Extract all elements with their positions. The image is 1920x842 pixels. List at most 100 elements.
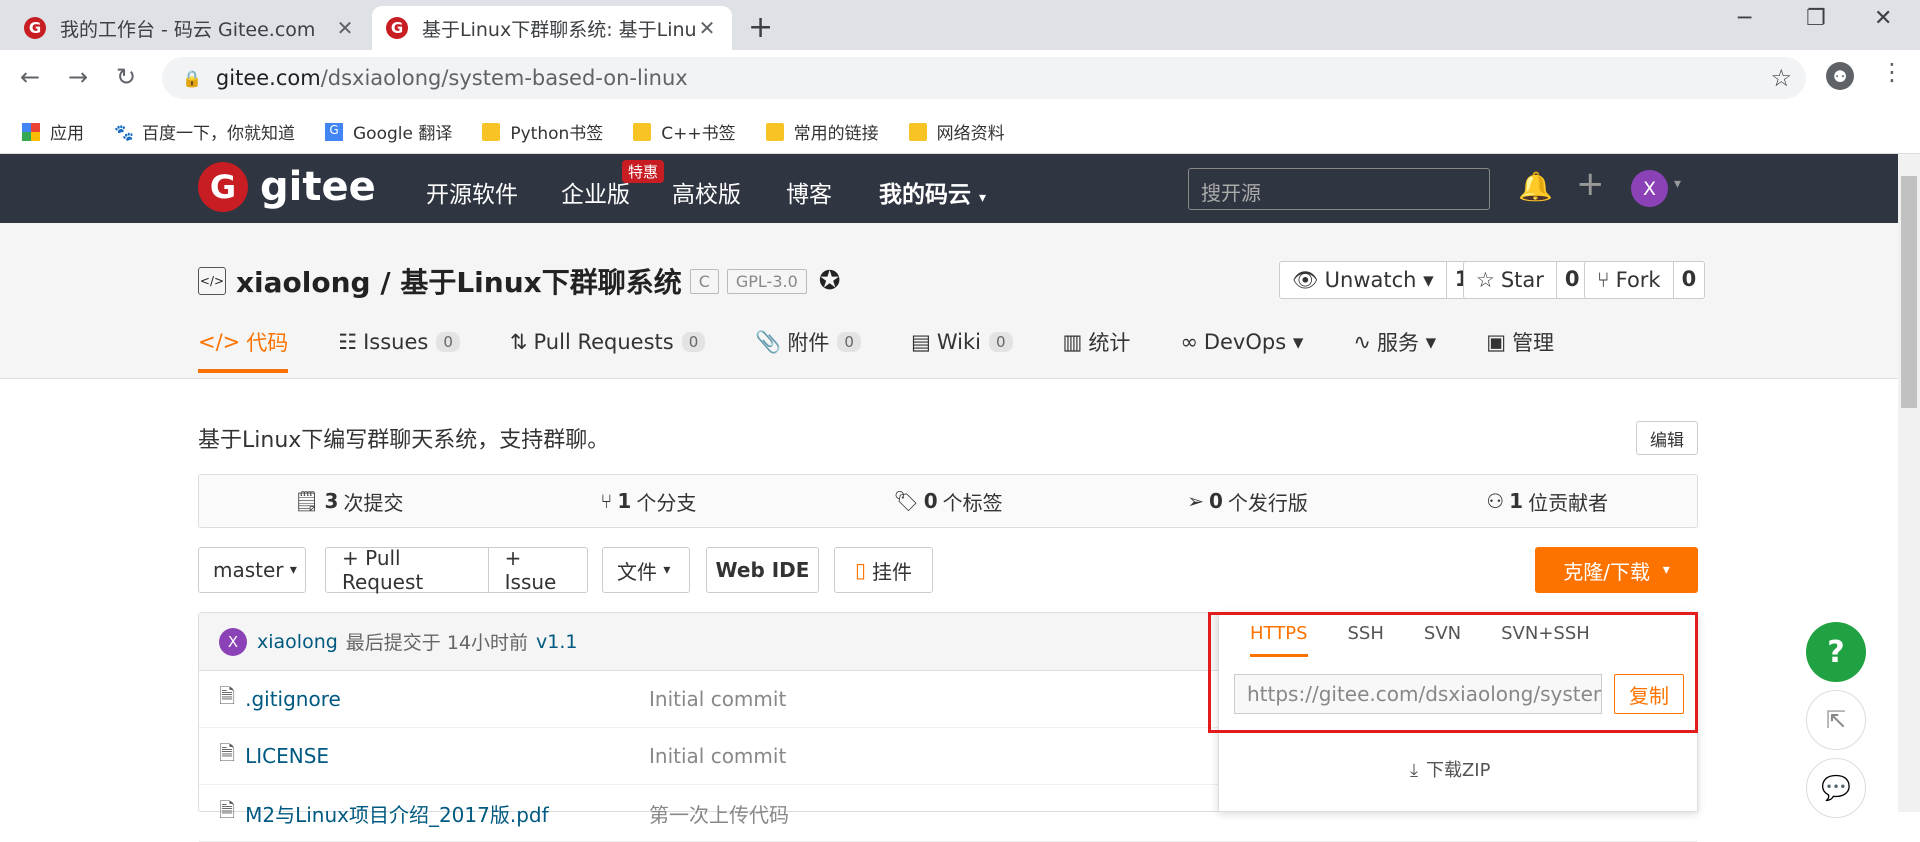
star-button-group[interactable]: ☆ Star 0: [1463, 261, 1589, 299]
forward-icon[interactable]: →: [68, 63, 88, 91]
stat-number: 1: [1509, 489, 1524, 513]
stat-label: 个标签: [942, 490, 1003, 515]
clone-download-button[interactable]: 克隆/下载 ▾: [1535, 547, 1698, 593]
project-title-text[interactable]: xiaolong / 基于Linux下群聊系统: [236, 261, 682, 301]
tab-services[interactable]: ∿ 服务 ▾: [1353, 327, 1436, 369]
branch-select[interactable]: master ▾: [198, 547, 306, 593]
minimize-icon[interactable]: ─: [1738, 6, 1751, 31]
file-name[interactable]: M2与Linux项目介绍_2017版.pdf: [245, 799, 549, 828]
account-icon[interactable]: ⚉: [1826, 62, 1854, 90]
clone-url-field[interactable]: https://gitee.com/dsxiaolong/system-base…: [1234, 674, 1602, 714]
nav-enterprise[interactable]: 企业版: [561, 175, 630, 209]
bell-icon[interactable]: 🔔: [1518, 170, 1553, 203]
close-tab-icon[interactable]: ✕: [696, 16, 718, 40]
unwatch-button[interactable]: 👁 Unwatch ▾: [1280, 262, 1446, 298]
file-name[interactable]: LICENSE: [245, 744, 329, 768]
nav-education[interactable]: 高校版: [672, 175, 741, 209]
tab-ssh[interactable]: SSH: [1348, 623, 1384, 657]
commit-author[interactable]: xiaolong: [257, 631, 338, 653]
close-tab-icon[interactable]: ✕: [334, 16, 356, 40]
recommend-badge-icon[interactable]: ✪: [819, 266, 841, 296]
bookmark-baidu[interactable]: 🐾 百度一下，你就知道: [114, 119, 295, 145]
browser-tab-workbench[interactable]: G 我的工作台 - 码云 Gitee.com ✕: [10, 6, 370, 50]
watch-button-group[interactable]: 👁Unwatch ▾ 1: [1279, 261, 1479, 299]
language-label[interactable]: C: [689, 268, 719, 294]
bookmarks-bar: 应用 🐾 百度一下，你就知道 G Google 翻译 Python书签 C++书签 …: [0, 110, 1920, 154]
tab-label: 代码: [246, 331, 289, 355]
nav-my-gitee[interactable]: 我的码云 ▾: [879, 175, 986, 209]
project-tabs: </> 代码 ☷ Issues 0 ⇅ Pull Requests 0 📎 附件 0 ▤ Wik…: [198, 327, 1604, 373]
fork-button[interactable]: ⑂ Fork: [1585, 262, 1673, 298]
share-button[interactable]: ⇱: [1806, 690, 1866, 750]
files-dropdown[interactable]: 文件 ▾: [602, 547, 690, 593]
stat-branches[interactable]: ⑂ 1 个分支: [499, 475, 799, 527]
copy-button[interactable]: 复制: [1614, 674, 1684, 714]
bookmark-star-icon[interactable]: ☆: [1770, 64, 1792, 92]
commit-message[interactable]: 第一次上传代码: [649, 799, 789, 828]
back-icon[interactable]: ←: [20, 63, 40, 91]
bookmark-google-translate[interactable]: G Google 翻译: [325, 119, 452, 144]
tab-code[interactable]: </> 代码: [198, 327, 289, 373]
avatar[interactable]: X: [219, 627, 247, 656]
commit-message[interactable]: Initial commit: [649, 687, 786, 711]
eye-icon: 👁: [1292, 267, 1319, 292]
tab-https[interactable]: HTTPS: [1250, 623, 1308, 657]
stat-contributors[interactable]: ⚇ 1 位贡献者: [1397, 475, 1697, 527]
tab-stats[interactable]: ▥ 统计: [1063, 327, 1131, 369]
tab-manage[interactable]: ▣ 管理: [1486, 327, 1554, 369]
license-label[interactable]: GPL-3.0: [726, 268, 807, 294]
tab-svn[interactable]: SVN: [1424, 623, 1461, 657]
user-avatar[interactable]: X: [1631, 170, 1668, 207]
page-scrollbar[interactable]: [1898, 154, 1920, 812]
stat-tags[interactable]: 🏷 0 个标签: [798, 475, 1098, 527]
tab-label: Wiki: [936, 330, 981, 354]
stat-commits[interactable]: 🗒 3 次提交: [199, 475, 499, 527]
address-bar[interactable]: 🔒 gitee.com/dsxiaolong/system-based-on-l…: [162, 57, 1806, 99]
edit-description-button[interactable]: 编辑: [1636, 421, 1698, 455]
bookmark-apps[interactable]: 应用: [22, 119, 84, 144]
download-zip-link[interactable]: ⤓ 下载ZIP: [1410, 756, 1490, 782]
bookmark-network[interactable]: 网络资料: [908, 119, 1005, 144]
tab-devops[interactable]: ∞ DevOps ▾: [1180, 327, 1303, 369]
star-count[interactable]: 0: [1555, 262, 1588, 298]
tab-attachments[interactable]: 📎 附件 0: [755, 327, 861, 369]
tab-pull-requests[interactable]: ⇅ Pull Requests 0: [510, 327, 706, 369]
bookmark-python[interactable]: Python书签: [482, 119, 603, 144]
browser-menu-icon[interactable]: ⋮: [1880, 58, 1904, 86]
chevron-down-icon[interactable]: ▾: [1674, 176, 1681, 192]
feedback-button[interactable]: 💬: [1806, 758, 1866, 818]
fork-button-group[interactable]: ⑂ Fork 0: [1584, 261, 1706, 299]
help-button[interactable]: ?: [1806, 622, 1866, 682]
new-tab-icon[interactable]: +: [748, 10, 773, 45]
gitee-logo[interactable]: G gitee: [198, 162, 376, 212]
nav-blog[interactable]: 博客: [786, 175, 832, 209]
create-plus-icon[interactable]: +: [1576, 164, 1605, 204]
bar-chart-icon: ▥: [1062, 330, 1083, 354]
fork-count[interactable]: 0: [1672, 262, 1705, 298]
widget-button[interactable]: ▯ 挂件: [834, 547, 933, 593]
browser-tab-repo[interactable]: G 基于Linux下群聊系统: 基于Linux ✕: [372, 6, 732, 50]
commit-message[interactable]: Initial commit: [649, 744, 786, 768]
reload-icon[interactable]: ↻: [116, 63, 136, 91]
nav-open-source[interactable]: 开源软件: [426, 175, 518, 209]
tab-issues[interactable]: ☷ Issues 0: [338, 327, 460, 369]
star-button[interactable]: ☆ Star: [1464, 262, 1556, 298]
web-ide-button[interactable]: Web IDE: [706, 547, 819, 593]
scrollbar-thumb[interactable]: [1901, 176, 1917, 408]
window-close-icon[interactable]: ✕: [1874, 6, 1892, 31]
stat-number: 3: [324, 489, 339, 513]
commit-time: 最后提交于 14小时前: [345, 632, 529, 654]
file-icon: 🗎: [219, 741, 236, 765]
bookmark-common-links[interactable]: 常用的链接: [765, 119, 879, 144]
new-issue-button[interactable]: + Issue: [489, 546, 587, 594]
search-input[interactable]: 搜开源: [1188, 168, 1490, 210]
restore-icon[interactable]: ❐: [1806, 6, 1826, 31]
new-pull-request-button[interactable]: + Pull Request: [326, 546, 489, 594]
commit-tag[interactable]: v1.1: [536, 631, 577, 653]
bookmark-cpp[interactable]: C++书签: [633, 119, 736, 144]
stat-releases[interactable]: ➢ 0 个发行版: [1098, 475, 1398, 527]
chat-icon: 💬: [1821, 774, 1851, 802]
tab-wiki[interactable]: ▤ Wiki 0: [911, 327, 1013, 369]
tab-svn-ssh[interactable]: SVN+SSH: [1501, 623, 1590, 657]
file-name[interactable]: .gitignore: [245, 687, 341, 711]
